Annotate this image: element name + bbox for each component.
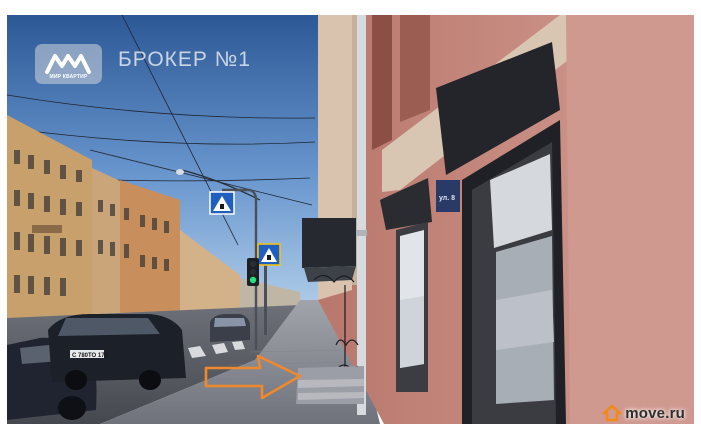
street-photo: С 780ТО 178 ул. 8 xyxy=(6,14,694,424)
drainpipe xyxy=(357,15,366,415)
broker-watermark-title: БРОКЕР №1 xyxy=(118,48,251,71)
crosswalk-sign-upper xyxy=(209,191,235,215)
parked-car-suv: С 780ТО 178 xyxy=(48,314,186,390)
traffic-light xyxy=(247,258,259,286)
distant-car xyxy=(210,314,250,342)
house-icon xyxy=(602,404,622,422)
site-badge: move.ru xyxy=(602,402,685,424)
crosswalk-sign-lower xyxy=(257,243,281,266)
right-building: ул. 8 xyxy=(296,15,694,424)
street-name-text: ул. 8 xyxy=(439,195,455,202)
logo-caption: МИР КВАРТИР xyxy=(49,74,88,80)
site-badge-text: move.ru xyxy=(625,404,685,422)
license-plate: С 780ТО 178 xyxy=(72,353,109,359)
broker-logo: МИР КВАРТИР xyxy=(35,44,102,84)
